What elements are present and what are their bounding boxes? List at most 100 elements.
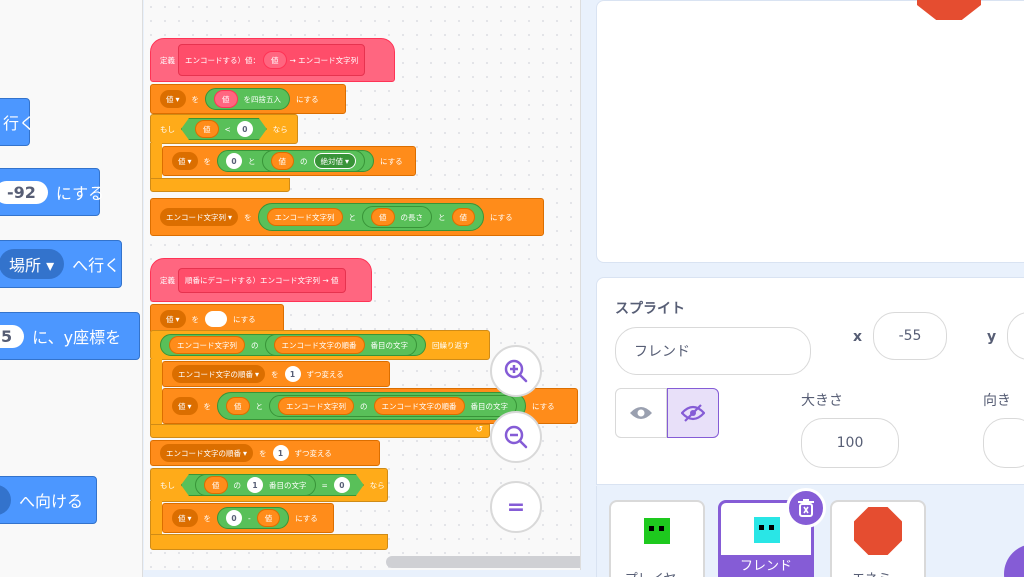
letter-of-index[interactable]: エンコード文字の順番 [373, 397, 465, 415]
define-label: 定義 [160, 55, 175, 65]
set-block[interactable]: 値 ▾ を 値 を四捨五入 にする [150, 84, 346, 114]
if-block[interactable]: もし 値 < 0 なら [150, 114, 298, 144]
letter-of-index[interactable]: エンコード文字の順番 [273, 336, 365, 354]
join-a[interactable]: 値 [226, 397, 250, 415]
define-hat-decode[interactable]: 定義 順番にデコードする）エンコード文字列 → 値 [150, 258, 372, 302]
sprite-eye [659, 526, 664, 531]
set-subtract-block[interactable]: 値 ▾ を 0 - 値 にする [162, 503, 334, 533]
define-hat-encode[interactable]: 定義 エンコードする）値： 値 → エンコード文字列 [150, 38, 395, 82]
palette-block-go[interactable]: 行く [0, 98, 35, 146]
subtract-operator[interactable]: 0 - 値 [217, 507, 290, 529]
abs-arg[interactable]: 値 [270, 152, 295, 170]
define-prototype[interactable]: エンコードする）値： 値 → エンコード文字列 [178, 44, 366, 76]
set-abs-block[interactable]: 値 ▾ を 0 と 値 の 絶対値 ▾ にする [162, 146, 416, 176]
scratch-editor: 行く -92 にする 場所 ▾ へ行く 5 に、y座標を へ向ける 定義 エンコ… [0, 0, 1024, 577]
length-operator[interactable]: 値 の長さ [362, 206, 433, 228]
letter-of-string[interactable]: エンコード文字列 [278, 397, 355, 415]
repeat-block[interactable]: エンコード文字列 の エンコード文字の順番 番目の文字 回繰り返す [150, 330, 490, 360]
join-a[interactable]: 0 [226, 153, 243, 169]
join-operator[interactable]: 値 と エンコード文字列 の エンコード文字の順番 番目の文字 [217, 392, 527, 420]
letter-of-operator[interactable]: 値 の 1 番目の文字 [195, 474, 316, 496]
palette-block-set-x[interactable]: -92 にする [0, 168, 104, 216]
if-block[interactable]: もし 値 の 1 番目の文字 = 0 なら [150, 468, 388, 502]
set-empty-value[interactable] [205, 311, 228, 327]
palette-block-point-towards[interactable]: へ向ける [0, 476, 97, 524]
variable-dropdown[interactable]: エンコード文字の順番 ▾ [172, 365, 266, 383]
set-to-label: を [244, 212, 252, 222]
less-left[interactable]: 値 [195, 120, 219, 138]
set-to-label: を [203, 156, 212, 166]
direction-input[interactable]: 9 [983, 418, 1024, 468]
sprite-tile-player[interactable]: プレイヤー [609, 500, 705, 577]
subtract-a[interactable]: 0 [226, 510, 243, 526]
less-right[interactable]: 0 [237, 121, 253, 137]
letter-of-of: の [360, 401, 368, 411]
define-prototype[interactable]: 順番にデコードする）エンコード文字列 → 値 [178, 267, 346, 293]
sprite-info-panel: スプライト フレンド x -55 y 大きさ 100 向き 9 [596, 277, 1024, 485]
change-block[interactable]: エンコード文字の順番 ▾ を 1 ずつ変える [162, 361, 390, 387]
variable-dropdown[interactable]: 値 ▾ [172, 397, 198, 415]
variable-dropdown[interactable]: 値 ▾ [172, 509, 198, 527]
chevron-down-icon: ▾ [187, 156, 192, 166]
math-function-dropdown[interactable]: 絶対値 ▾ [313, 153, 357, 169]
if-then-label: なら [369, 480, 385, 490]
size-input[interactable]: 100 [801, 418, 899, 468]
join-operator-outer[interactable]: エンコード文字列 と 値 の長さ と 値 [257, 203, 485, 231]
delete-sprite-button[interactable] [786, 488, 826, 528]
block-palette[interactable]: 行く -92 にする 場所 ▾ へ行く 5 に、y座標を へ向ける [0, 0, 143, 577]
eye-slash-icon [681, 404, 705, 422]
length-arg[interactable]: 値 [371, 208, 395, 226]
equals-operator[interactable]: 値 の 1 番目の文字 = 0 [181, 474, 364, 496]
join-operator[interactable]: 0 と 値 の 絶対値 ▾ [217, 150, 375, 172]
join-and: と [255, 401, 264, 411]
palette-block-set-x-value[interactable]: -92 [0, 180, 48, 204]
code-horizontal-scrollbar[interactable] [386, 556, 580, 568]
subtract-b[interactable]: 値 [256, 509, 281, 527]
zoom-out-button[interactable] [490, 411, 542, 463]
variable-dropdown[interactable]: 値 ▾ [160, 90, 186, 108]
letter-of-operator[interactable]: エンコード文字列 の エンコード文字の順番 番目の文字 [269, 395, 518, 417]
join-outer-a[interactable]: エンコード文字列 [266, 208, 343, 226]
variable-dropdown[interactable]: 値 ▾ [160, 310, 186, 328]
hide-sprite-button[interactable] [667, 388, 719, 438]
equals-right[interactable]: 0 [334, 477, 350, 493]
palette-block-point-dropdown[interactable] [0, 485, 11, 515]
change-value[interactable]: 1 [284, 366, 301, 382]
loop-arrow-icon: ↺ [475, 425, 483, 435]
x-input[interactable]: -55 [873, 312, 947, 360]
change-to-label: を [259, 448, 267, 458]
chevron-down-icon: ▾ [187, 513, 192, 523]
change-block[interactable]: エンコード文字の順番 ▾ を 1 ずつ変える [150, 440, 380, 466]
show-sprite-button[interactable] [615, 388, 667, 438]
y-input[interactable] [1007, 312, 1024, 360]
variable-dropdown[interactable]: エンコード文字の順番 ▾ [160, 444, 254, 462]
letter-of-index[interactable]: 1 [247, 477, 263, 493]
letter-of-operator[interactable]: エンコード文字列 の エンコード文字の順番 番目の文字 [160, 334, 426, 356]
palette-block-goto-dropdown[interactable]: 場所 ▾ [0, 249, 65, 279]
variable-dropdown[interactable]: エンコード文字列 ▾ [160, 208, 239, 226]
zoom-reset-button[interactable]: = [490, 481, 542, 533]
variable-dropdown[interactable]: 値 ▾ [172, 152, 198, 170]
sprite-tile-enemy[interactable]: エネミー [830, 500, 926, 577]
letter-of-string[interactable]: 値 [204, 476, 228, 494]
stage[interactable] [596, 0, 1024, 263]
zoom-reset-icon: = [506, 494, 526, 520]
abs-operator[interactable]: 値 の 絶対値 ▾ [261, 150, 366, 172]
letter-of-string[interactable]: エンコード文字列 [169, 336, 245, 354]
change-value[interactable]: 1 [272, 445, 289, 461]
join-inner-b[interactable]: 値 [451, 208, 476, 226]
letter-of-index-op[interactable]: エンコード文字の順番 番目の文字 [264, 334, 417, 356]
palette-block-glide-value[interactable]: 5 [0, 324, 25, 348]
set-end-label: にする [233, 314, 256, 324]
palette-block-goto[interactable]: 場所 ▾ へ行く [0, 240, 122, 288]
zoom-in-button[interactable] [490, 345, 542, 397]
eye-icon [630, 407, 652, 419]
less-than-operator[interactable]: 値 < 0 [181, 118, 267, 140]
define-param[interactable]: 値 [263, 51, 287, 69]
round-param[interactable]: 値 [214, 90, 238, 108]
set-encode-string-block[interactable]: エンコード文字列 ▾ を エンコード文字列 と 値 の長さ と 値 にする [150, 198, 544, 236]
sprite-name-input[interactable]: フレンド [615, 327, 811, 375]
letter-of-label: 番目の文字 [269, 480, 307, 490]
palette-block-glide[interactable]: 5 に、y座標を [0, 312, 140, 360]
round-operator[interactable]: 値 を四捨五入 [205, 88, 291, 110]
